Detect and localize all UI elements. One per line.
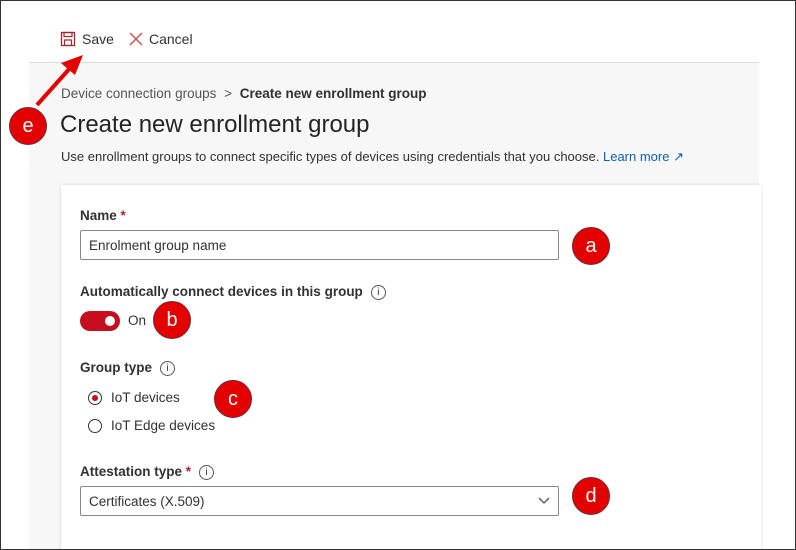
radio-unselected: [88, 418, 102, 433]
cancel-label: Cancel: [149, 31, 193, 47]
page-description: Use enrollment groups to connect specifi…: [61, 149, 684, 165]
group-type-label: Group type i: [80, 360, 176, 376]
info-icon[interactable]: i: [199, 465, 215, 480]
learn-more-label: Learn more: [602, 149, 670, 164]
external-link-icon: ↗: [673, 149, 684, 164]
radio-iot-edge-devices[interactable]: IoT Edge devices: [88, 418, 215, 433]
radio-label: IoT devices: [111, 390, 180, 405]
chevron-down-icon: [538, 497, 550, 504]
name-label: Name *: [80, 208, 126, 223]
annotation-badge-b: b: [153, 301, 191, 339]
auto-connect-toggle[interactable]: [80, 311, 120, 331]
learn-more-link[interactable]: Learn more ↗: [603, 149, 684, 164]
window: Save Cancel Device connection groups > C…: [0, 0, 796, 550]
annotation-badge-d: d: [572, 477, 610, 515]
cancel-button[interactable]: Cancel: [129, 31, 193, 47]
auto-connect-label: Automatically connect devices in this gr…: [80, 284, 386, 300]
breadcrumb-current: Create new enrollment group: [239, 86, 427, 101]
radio-iot-devices[interactable]: IoT devices: [88, 390, 180, 405]
info-icon[interactable]: i: [160, 361, 176, 376]
attestation-dropdown[interactable]: Certificates (X.509): [80, 486, 559, 516]
attestation-value: Certificates (X.509): [89, 494, 205, 509]
annotation-badge-a: a: [572, 227, 610, 265]
close-icon: [129, 32, 143, 46]
breadcrumb-separator: >: [224, 86, 232, 101]
annotation-badge-c: c: [214, 380, 252, 418]
radio-label: IoT Edge devices: [111, 418, 216, 433]
annotation-arrow: [35, 55, 83, 107]
description-text: Use enrollment groups to connect specifi…: [61, 149, 600, 164]
save-icon: [60, 31, 76, 47]
page-title: Create new enrollment group: [60, 111, 370, 138]
attestation-label: Attestation type * i: [80, 464, 215, 480]
toggle-state: On: [128, 313, 147, 328]
save-label: Save: [82, 31, 114, 47]
radio-selected: [88, 390, 102, 405]
name-input[interactable]: Enrolment group name: [80, 230, 559, 260]
save-button[interactable]: Save: [60, 31, 114, 47]
breadcrumb: Device connection groups > Create new en…: [61, 86, 427, 101]
annotation-badge-e: e: [9, 107, 47, 145]
info-icon[interactable]: i: [370, 285, 386, 300]
